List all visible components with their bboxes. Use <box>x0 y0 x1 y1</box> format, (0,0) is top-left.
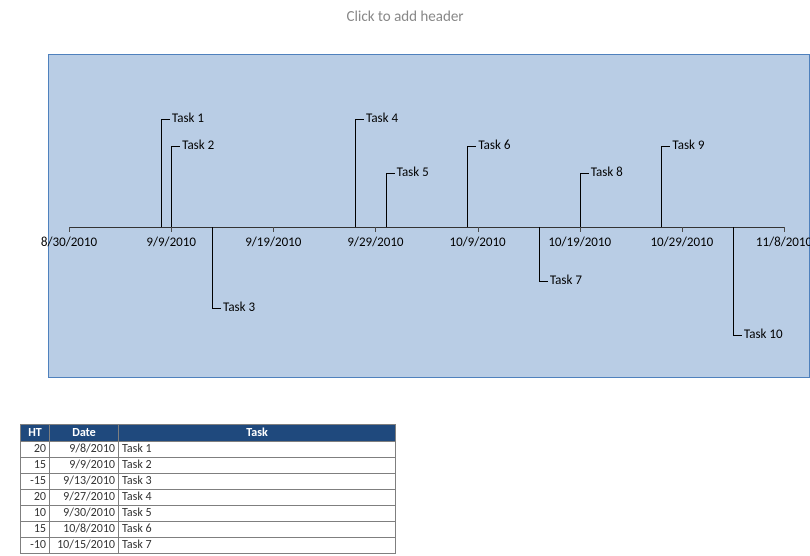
table-row[interactable]: 209/8/2010Task 1 <box>21 442 396 458</box>
cell-task[interactable]: Task 1 <box>119 442 396 458</box>
axis-tick <box>580 227 581 232</box>
axis-tick <box>375 227 376 232</box>
axis-tick <box>69 227 70 232</box>
cell-date[interactable]: 9/8/2010 <box>50 442 119 458</box>
timeline-marker-cap <box>171 146 180 147</box>
timeline-marker-cap <box>661 146 670 147</box>
table-row[interactable]: -159/13/2010Task 3 <box>21 474 396 490</box>
timeline-marker-label: Task 8 <box>591 165 623 180</box>
cell-task[interactable]: Task 7 <box>119 538 396 554</box>
cell-ht[interactable]: 10 <box>21 506 50 522</box>
cell-ht[interactable]: 20 <box>21 490 50 506</box>
cell-task[interactable]: Task 2 <box>119 458 396 474</box>
axis-tick <box>682 227 683 232</box>
axis-tick <box>273 227 274 232</box>
cell-date[interactable]: 9/13/2010 <box>50 474 119 490</box>
axis-tick-label: 9/9/2010 <box>146 235 196 250</box>
table-header-row: HT Date Task <box>21 425 396 442</box>
timeline-marker-label: Task 7 <box>550 273 582 288</box>
timeline-marker <box>212 227 213 308</box>
timeline-marker <box>733 227 734 335</box>
timeline-marker-label: Task 9 <box>672 138 704 153</box>
timeline-marker-cap <box>467 146 476 147</box>
timeline-marker-label: Task 3 <box>223 300 255 315</box>
cell-date[interactable]: 9/30/2010 <box>50 506 119 522</box>
timeline-marker-cap <box>355 119 364 120</box>
table-row[interactable]: 109/30/2010Task 5 <box>21 506 396 522</box>
timeline-chart[interactable]: 8/30/20109/9/20109/19/20109/29/201010/9/… <box>48 54 810 378</box>
cell-task[interactable]: Task 5 <box>119 506 396 522</box>
timeline-marker-label: Task 4 <box>366 111 398 126</box>
timeline-marker-cap <box>161 119 170 120</box>
axis-tick <box>784 227 785 232</box>
timeline-marker-cap <box>580 173 589 174</box>
timeline-marker <box>161 119 162 227</box>
cell-date[interactable]: 9/27/2010 <box>50 490 119 506</box>
timeline-marker <box>467 146 468 227</box>
timeline-marker-label: Task 6 <box>478 138 510 153</box>
timeline-marker-cap <box>386 173 395 174</box>
cell-ht[interactable]: -10 <box>21 538 50 554</box>
timeline-marker-label: Task 5 <box>397 165 429 180</box>
timeline-marker <box>355 119 356 227</box>
data-table[interactable]: HT Date Task 209/8/2010Task 1159/9/2010T… <box>20 424 396 554</box>
timeline-marker-cap <box>539 281 548 282</box>
axis-tick-label: 10/9/2010 <box>449 235 505 250</box>
axis-tick <box>171 227 172 232</box>
timeline-marker-cap <box>212 308 221 309</box>
table-row[interactable]: 209/27/2010Task 4 <box>21 490 396 506</box>
col-ht: HT <box>21 425 50 442</box>
cell-ht[interactable]: 20 <box>21 442 50 458</box>
axis-tick-label: 8/30/2010 <box>41 235 97 250</box>
axis-tick-label: 10/29/2010 <box>650 235 713 250</box>
cell-task[interactable]: Task 3 <box>119 474 396 490</box>
timeline-marker-label: Task 10 <box>744 327 783 342</box>
cell-task[interactable]: Task 4 <box>119 490 396 506</box>
cell-date[interactable]: 10/15/2010 <box>50 538 119 554</box>
axis-tick <box>478 227 479 232</box>
page-header-placeholder[interactable]: Click to add header <box>0 0 810 36</box>
col-date: Date <box>50 425 119 442</box>
col-task: Task <box>119 425 396 442</box>
table-row[interactable]: 1510/8/2010Task 6 <box>21 522 396 538</box>
axis-tick-label: 9/19/2010 <box>245 235 301 250</box>
axis-tick-label: 11/8/2010 <box>756 235 810 250</box>
x-axis <box>69 227 784 228</box>
cell-ht[interactable]: 15 <box>21 522 50 538</box>
timeline-marker <box>386 173 387 227</box>
timeline-marker-label: Task 2 <box>182 138 214 153</box>
timeline-marker-cap <box>733 335 742 336</box>
timeline-marker <box>580 173 581 227</box>
timeline-marker-label: Task 1 <box>172 111 204 126</box>
table-row[interactable]: 159/9/2010Task 2 <box>21 458 396 474</box>
timeline-marker <box>539 227 540 281</box>
timeline-marker <box>661 146 662 227</box>
cell-ht[interactable]: -15 <box>21 474 50 490</box>
cell-date[interactable]: 9/9/2010 <box>50 458 119 474</box>
cell-ht[interactable]: 15 <box>21 458 50 474</box>
cell-task[interactable]: Task 6 <box>119 522 396 538</box>
axis-tick-label: 10/19/2010 <box>548 235 611 250</box>
timeline-marker <box>171 146 172 227</box>
cell-date[interactable]: 10/8/2010 <box>50 522 119 538</box>
axis-tick-label: 9/29/2010 <box>347 235 403 250</box>
table-row[interactable]: -1010/15/2010Task 7 <box>21 538 396 554</box>
